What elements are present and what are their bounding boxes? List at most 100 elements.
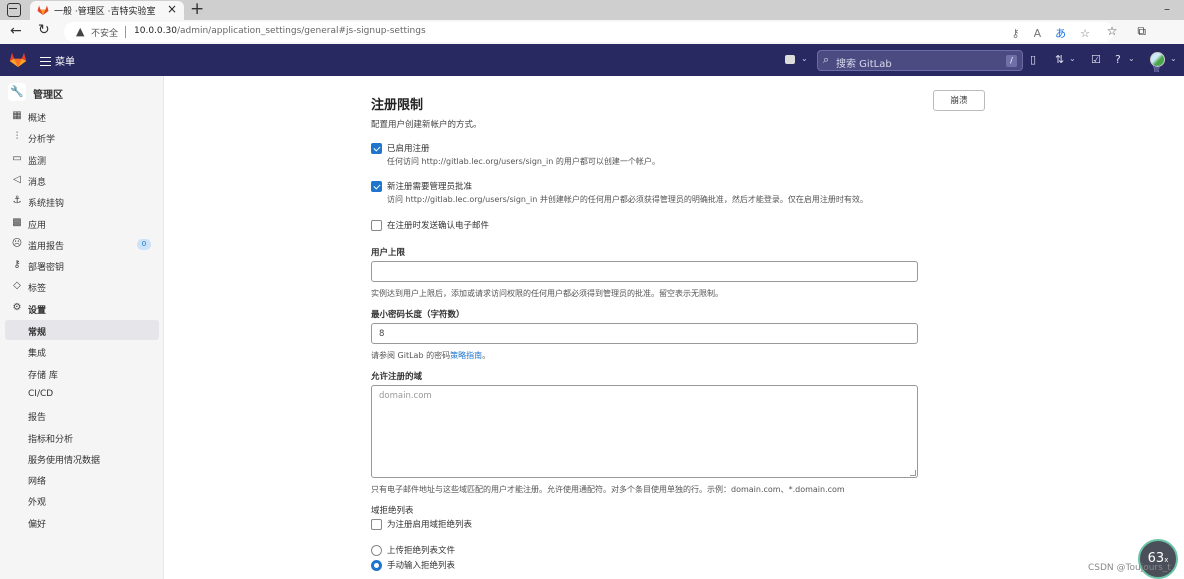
denylist-upload-label[interactable]: 上传拒绝列表文件 (387, 544, 455, 556)
reload-button[interactable]: ↻ (38, 22, 50, 38)
overview-icon: ▦ (12, 110, 22, 121)
sidebar-item[interactable]: ◁ 消息 (0, 171, 164, 191)
sidebar-subitem-label: 网络 (28, 477, 47, 488)
sidebar-subitem[interactable]: 常规 (5, 320, 159, 340)
sidebar-subitem[interactable]: 指标和分析 (5, 427, 159, 447)
abuse-report-icon: ☹ (11, 237, 23, 249)
new-tab-button[interactable]: + (190, 0, 204, 19)
sidebar-item[interactable]: ⫶ 分析学 (0, 128, 164, 148)
back-button[interactable]: ← (10, 23, 22, 39)
sidebar-item-label: 分析学 (28, 135, 56, 146)
tab-actions-icon[interactable] (7, 3, 21, 17)
sidebar-item-label: 应用 (28, 220, 47, 231)
hamburger-icon (40, 57, 51, 66)
allowed-domains-textarea[interactable]: domain.com (371, 385, 918, 478)
admin-approval-checkbox[interactable] (371, 181, 382, 192)
denylist-manual-radio[interactable] (371, 560, 382, 571)
warning-icon[interactable]: ▲ (76, 25, 84, 38)
sidebar-item[interactable]: ▦ 概述 (0, 107, 164, 127)
help-icon[interactable]: ? (1115, 53, 1121, 66)
tab-title: 一般 ·管理区 ·吉特实验室 (54, 7, 156, 17)
anchor-icon: ⚓ (12, 195, 22, 207)
allowed-domains-label: 允许注册的域 (371, 372, 423, 382)
collapse-button[interactable]: 崩溃 (933, 90, 985, 111)
sidebar-subitem[interactable]: CI/CD (5, 384, 159, 404)
sidebar-subitem[interactable]: 存储 库 (5, 363, 159, 383)
gitlab-header: 菜单 ⌄ ⌕ 搜索 GitLab / ▯ ⇅ ⌄ ☑ ? ⌄ ⌄ (0, 44, 1184, 76)
sidebar-subitem-label: CI/CD (28, 388, 54, 399)
chevron-down-icon[interactable]: ⌄ (1170, 54, 1177, 63)
issues-icon[interactable]: ▯ (1030, 53, 1036, 66)
translate-icon[interactable]: あ (1055, 27, 1080, 40)
sidebar-item-label: 消息 (28, 177, 47, 188)
sidebar-subitem[interactable]: 报告 (5, 405, 159, 425)
tab-close-icon[interactable]: × (167, 2, 177, 16)
applications-icon: ▩ (12, 216, 22, 228)
sidebar-item-label: 设置 (28, 305, 47, 316)
key-icon[interactable]: ⚷ (1012, 27, 1034, 40)
sidebar-item[interactable]: ◇ 标签 (0, 277, 164, 297)
sidebar-item[interactable]: ▭ 监测 (0, 150, 164, 170)
denylist-upload-radio[interactable] (371, 545, 382, 556)
user-cap-label: 用户上限 (371, 248, 406, 258)
chevron-down-icon[interactable]: ⌄ (801, 54, 808, 63)
search-input[interactable]: ⌕ 搜索 GitLab / (817, 50, 1023, 71)
min-password-input[interactable] (371, 323, 918, 344)
allowed-domains-placeholder: domain.com (379, 391, 432, 401)
sidebar-subitem[interactable]: 集成 (5, 341, 159, 361)
admin-approval-label[interactable]: 新注册需要管理员批准 (387, 180, 472, 192)
password-policy-link[interactable]: 策略指南 (450, 351, 482, 360)
search-shortcut-badge: / (1006, 55, 1017, 67)
sidebar-item[interactable]: ⚙ 设置 (0, 299, 164, 319)
send-confirmation-label[interactable]: 在注册时发送确认电子邮件 (387, 219, 489, 231)
denylist-enable-label[interactable]: 为注册启用域拒绝列表 (387, 518, 472, 530)
collections-icon[interactable]: ⧉ (1137, 24, 1166, 38)
min-password-help-suffix: 。 (482, 351, 491, 360)
denylist-enable-checkbox[interactable] (371, 519, 382, 530)
signup-enabled-help: 任何访问 http://gitlab.lec.org/users/sign_in… (387, 157, 660, 166)
sidebar-item[interactable]: ☹ 滥用报告 0 (0, 235, 164, 255)
sidebar-subitem[interactable]: 偏好 (5, 512, 159, 532)
new-item-icon[interactable] (785, 55, 795, 64)
sidebar-subitem-label: 指标和分析 (28, 434, 74, 445)
watermark: CSDN @Toujours_t (1088, 563, 1171, 573)
sidebar-subitem[interactable]: 外观 (5, 490, 159, 510)
browser-toolbar: ☆⧉ (1107, 24, 1166, 39)
count-badge: 0 (137, 238, 151, 250)
denylist-manual-label[interactable]: 手动输入拒绝列表 (387, 559, 455, 571)
gitlab-logo-icon[interactable] (9, 51, 27, 68)
sidebar-subitem[interactable]: 服务使用情况数据 (5, 448, 159, 468)
sidebar-subitem[interactable]: 网络 (5, 469, 159, 489)
url-field[interactable]: ▲ 不安全 10.0.0.30/admin/application_settin… (64, 22, 1114, 42)
chevron-down-icon[interactable]: ⌄ (1128, 54, 1135, 63)
chevron-down-icon[interactable]: ⌄ (1069, 54, 1076, 63)
minimize-button[interactable]: – (1164, 2, 1170, 16)
merge-requests-icon[interactable]: ⇅ (1055, 53, 1064, 66)
signup-enabled-checkbox[interactable] (371, 143, 382, 154)
menu-label: 菜单 (55, 57, 75, 68)
favorites-icon[interactable]: ☆ (1107, 24, 1138, 38)
browser-tabstrip: 一般 ·管理区 ·吉特实验室 × + – (0, 0, 1184, 20)
menu-button[interactable]: 菜单 (40, 53, 75, 68)
url-text[interactable]: 10.0.0.30/admin/application_settings/gen… (134, 26, 426, 36)
send-confirmation-checkbox[interactable] (371, 220, 382, 231)
admin-approval-help: 访问 http://gitlab.lec.org/users/sign_in 并… (387, 195, 868, 204)
sidebar-item-label: 监测 (28, 156, 47, 167)
user-cap-input[interactable] (371, 261, 918, 282)
label-icon: ◇ (13, 280, 21, 292)
insecure-label[interactable]: 不安全 (91, 26, 118, 39)
todos-icon[interactable]: ☑ (1091, 53, 1101, 66)
gitlab-favicon-icon (37, 5, 49, 15)
sidebar-item[interactable]: ⚓ 系统挂钩 (0, 192, 164, 212)
main-content: 注册限制 配置用户创建新帐户的方式。 崩溃 已启用注册 任何访问 http://… (165, 76, 1184, 579)
signup-enabled-label[interactable]: 已启用注册 (387, 142, 430, 154)
read-aloud-icon[interactable]: A (1034, 27, 1056, 40)
zoom-level-widget[interactable]: 63x (1138, 539, 1178, 579)
resize-handle[interactable] (910, 470, 916, 476)
add-favorite-icon[interactable]: ☆ (1080, 27, 1104, 40)
browser-tab[interactable]: 一般 ·管理区 ·吉特实验室 × (30, 1, 184, 20)
analytics-icon: ⫶ (15, 131, 19, 143)
sidebar-item[interactable]: ▩ 应用 (0, 214, 164, 234)
sidebar-item[interactable]: ⚷ 部署密钥 (0, 256, 164, 276)
section-title: 注册限制 (371, 98, 424, 113)
